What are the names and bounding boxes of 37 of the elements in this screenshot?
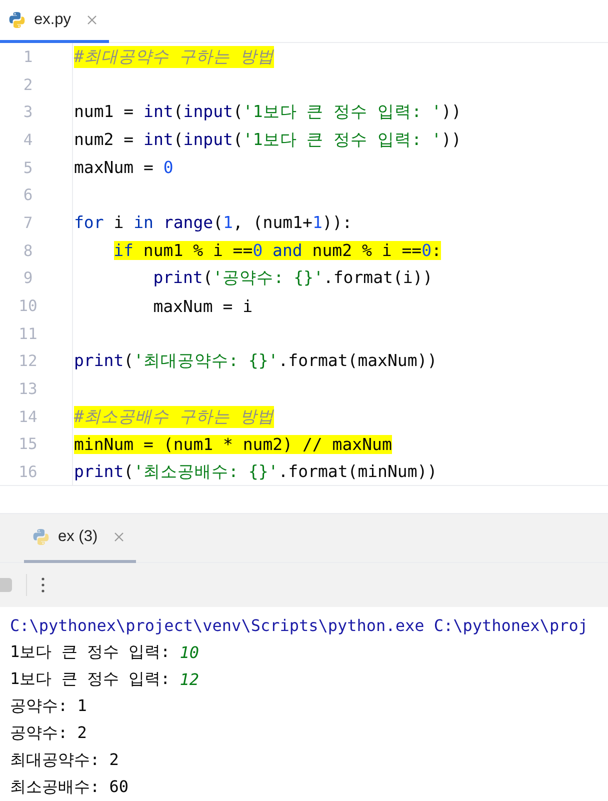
line-number: 15 xyxy=(18,435,38,454)
editor-tab[interactable]: ex.py xyxy=(0,0,110,43)
line-number: 2 xyxy=(22,76,34,94)
code-line: num2 = int(input('1보다 큰 정수 입력: ')) xyxy=(74,128,462,151)
close-icon[interactable] xyxy=(87,15,98,25)
console-line: 1보다 큰 정수 입력: 10 xyxy=(10,641,200,664)
code-line: print('공약수: {}'.format(i)) xyxy=(153,267,433,290)
line-number: 7 xyxy=(22,214,34,232)
code-line: num1 = int(input('1보다 큰 정수 입력: ')) xyxy=(74,101,462,124)
python-icon xyxy=(8,11,26,29)
line-number: 1 xyxy=(22,48,34,66)
code-line: maxNum = i xyxy=(153,296,253,316)
console-line: C:\pythonex\project\venv\Scripts\python.exe C:\pythonex\proj xyxy=(10,615,589,637)
console-line: 최대공약수: 2 xyxy=(10,749,120,771)
code-line: print('최소공배수: {}'.format(minNum)) xyxy=(74,461,438,484)
console-line: 최소공배수: 60 xyxy=(10,776,130,798)
console-line: 1보다 큰 정수 입력: 12 xyxy=(10,668,200,691)
line-number: 5 xyxy=(22,158,34,177)
close-icon[interactable] xyxy=(114,532,124,542)
line-number: 13 xyxy=(18,380,38,398)
python-icon xyxy=(32,528,50,546)
line-number: 12 xyxy=(18,352,38,370)
line-number: 10 xyxy=(18,297,38,316)
line-number: 3 xyxy=(22,103,34,122)
line-number: 11 xyxy=(18,324,38,343)
line-number: 6 xyxy=(22,186,34,204)
console-line: 공약수: 1 xyxy=(10,695,88,717)
more-icon[interactable] xyxy=(41,577,45,593)
console-line: 공약수: 2 xyxy=(10,722,88,744)
line-number: 4 xyxy=(22,130,34,149)
line-number: 8 xyxy=(22,242,34,260)
line-number: 14 xyxy=(18,408,38,426)
code-line: for i in range(1, (num1+1)): xyxy=(74,213,352,232)
code-line: maxNum = 0 xyxy=(74,158,174,178)
code-line: print('최대공약수: {}'.format(maxNum)) xyxy=(74,350,438,372)
line-number: 9 xyxy=(22,269,34,288)
line-number: 16 xyxy=(18,463,38,482)
